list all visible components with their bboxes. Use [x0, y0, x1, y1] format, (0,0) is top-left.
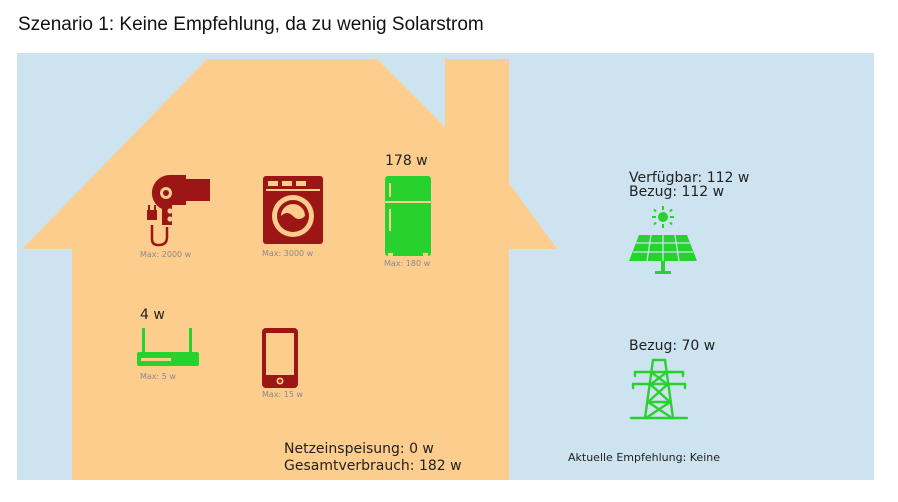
fridge-max-label: Max: 180 w	[384, 259, 431, 268]
router-power-label: 4 w	[140, 307, 165, 323]
router-max-label: Max: 5 w	[140, 372, 176, 381]
washing-machine-icon	[263, 176, 323, 244]
washing-machine-max-label: Max: 3000 w	[262, 249, 314, 258]
solar-panel-icon	[629, 206, 697, 274]
power-tower-icon	[629, 358, 689, 420]
fridge-icon	[385, 176, 431, 257]
smartphone-icon	[262, 328, 298, 388]
grid-usage-label: Bezug: 70 w	[629, 338, 716, 354]
hair-dryer-icon	[147, 174, 210, 247]
solar-usage-label: Bezug: 112 w	[629, 184, 725, 200]
house-shape	[22, 59, 557, 480]
fridge-power-label: 178 w	[385, 153, 428, 169]
page-title: Szenario 1: Keine Empfehlung, da zu weni…	[18, 14, 484, 35]
recommendation-label: Aktuelle Empfehlung: Keine	[568, 451, 720, 464]
hair-dryer-max-label: Max: 2000 w	[140, 250, 192, 259]
feed-in-label: Netzeinspeisung: 0 w	[284, 441, 434, 457]
router-icon	[137, 328, 199, 366]
smartphone-max-label: Max: 15 w	[262, 390, 304, 399]
total-consumption-label: Gesamtverbrauch: 182 w	[284, 458, 462, 474]
scenario-panel: Max: 2000 w Max: 3000 w 178 w Max: 180 w…	[17, 53, 874, 480]
